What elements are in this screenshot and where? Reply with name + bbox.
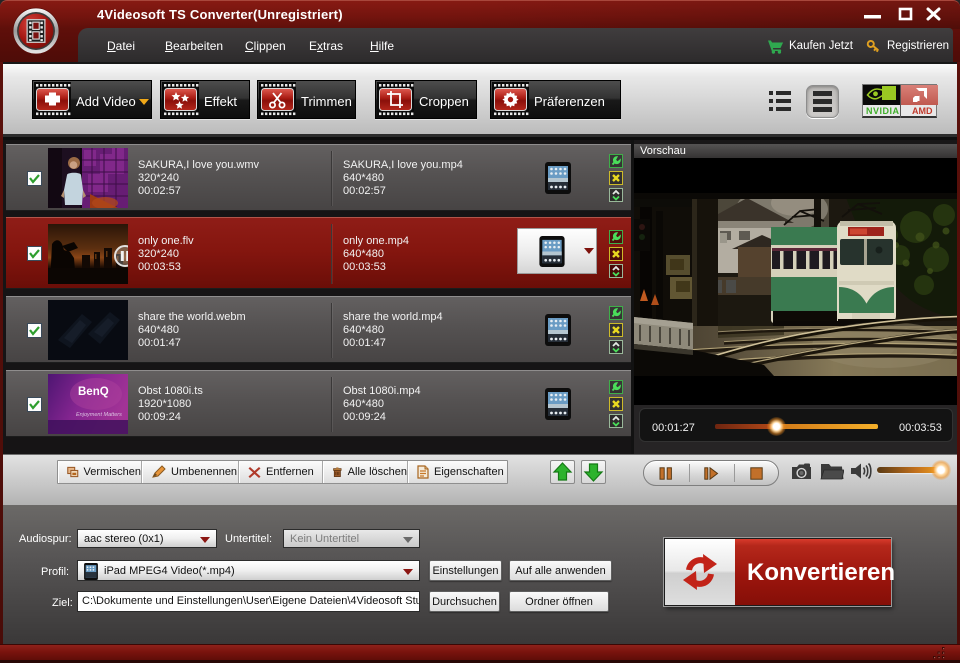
svg-text:BenQ: BenQ (78, 386, 109, 398)
svg-text:Enjoyment Matters: Enjoyment Matters (76, 412, 122, 418)
